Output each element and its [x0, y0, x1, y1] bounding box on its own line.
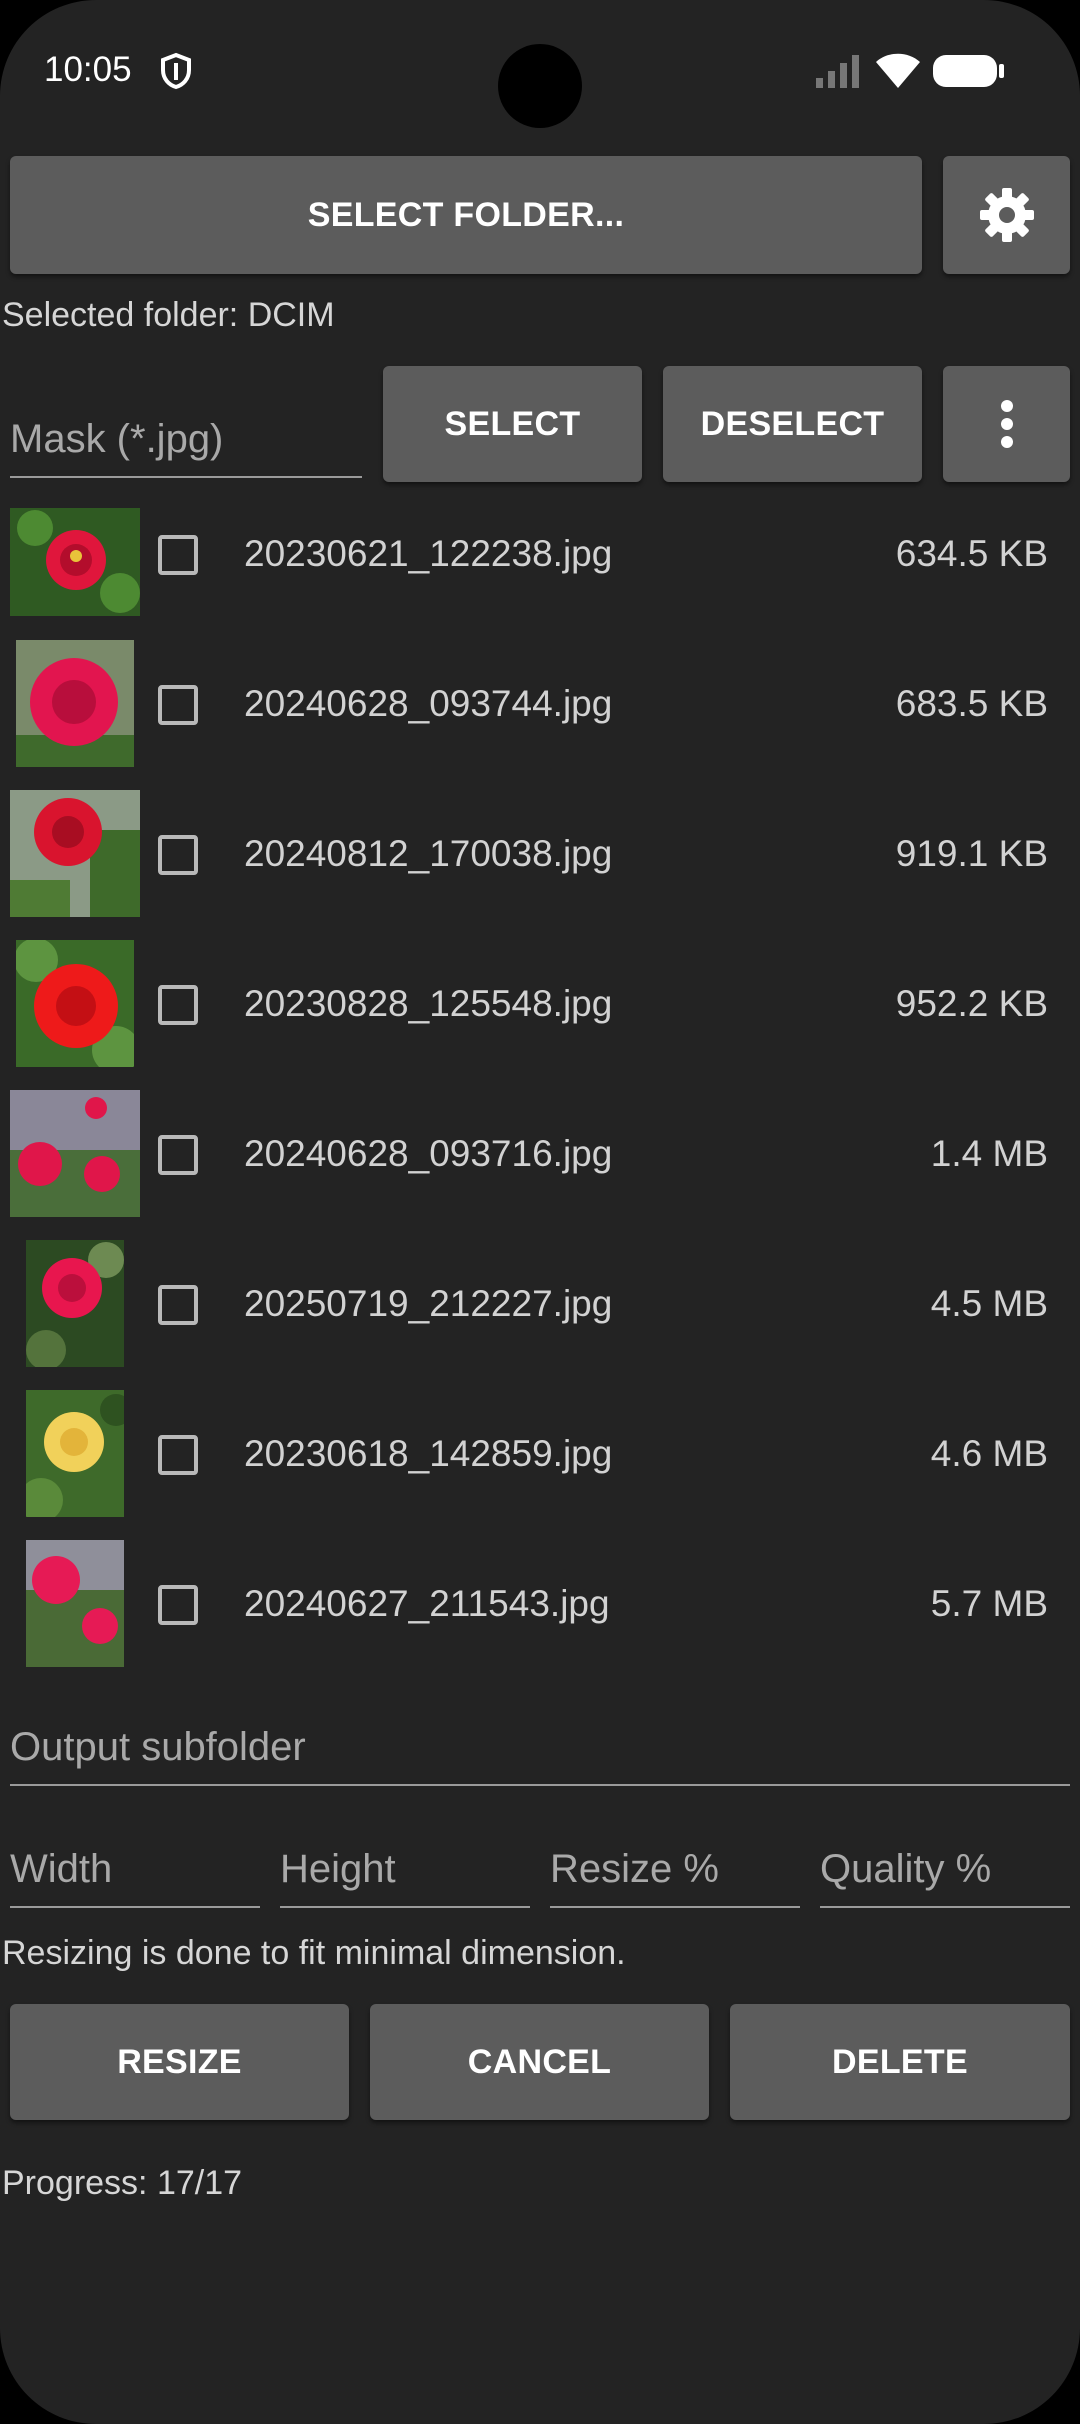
select-button[interactable]: SELECT — [383, 366, 642, 482]
resize-percent-placeholder: Resize % — [550, 1847, 719, 1891]
output-subfolder-placeholder: Output subfolder — [10, 1725, 306, 1769]
file-name: 20230828_125548.jpg — [244, 983, 613, 1024]
file-name: 20250719_212227.jpg — [244, 1283, 613, 1324]
height-input[interactable]: Height — [280, 1820, 530, 1908]
file-row[interactable]: 20240628_093716.jpg 1.4 MB — [0, 1080, 1080, 1230]
file-size: 634.5 KB — [895, 533, 1048, 574]
file-size: 4.5 MB — [930, 1283, 1048, 1324]
resize-percent-input[interactable]: Resize % — [550, 1820, 800, 1908]
file-size: 5.7 MB — [930, 1583, 1048, 1624]
file-checkbox[interactable] — [158, 1435, 198, 1475]
file-name: 20240627_211543.jpg — [244, 1583, 610, 1624]
mask-placeholder: Mask (*.jpg) — [10, 417, 224, 461]
file-thumbnail — [16, 640, 134, 767]
width-input[interactable]: Width — [10, 1820, 260, 1908]
file-size: 919.1 KB — [895, 833, 1048, 874]
file-row[interactable]: 20240628_093744.jpg 683.5 KB — [0, 630, 1080, 780]
file-row[interactable]: 20250719_212227.jpg 4.5 MB — [0, 1230, 1080, 1380]
file-row[interactable]: 20230618_142859.jpg 4.6 MB — [0, 1380, 1080, 1530]
cancel-button[interactable]: CANCEL — [370, 2004, 709, 2120]
app-screen: 10:05 SELECT FOLDER... Selected folder: … — [0, 0, 1080, 2424]
signal-icon — [816, 55, 859, 88]
file-checkbox[interactable] — [158, 835, 198, 875]
quality-percent-input[interactable]: Quality % — [820, 1820, 1070, 1908]
file-name: 20230618_142859.jpg — [244, 1433, 613, 1474]
height-placeholder: Height — [280, 1847, 396, 1891]
file-checkbox[interactable] — [158, 1135, 198, 1175]
file-row[interactable]: 20240812_170038.jpg 919.1 KB — [0, 780, 1080, 930]
file-thumbnail — [10, 1090, 140, 1217]
width-placeholder: Width — [10, 1847, 113, 1891]
deselect-button[interactable]: DESELECT — [663, 366, 922, 482]
file-thumbnail — [26, 1540, 124, 1667]
resize-hint: Resizing is done to fit minimal dimensio… — [2, 1934, 626, 1972]
file-thumbnail — [26, 1240, 124, 1367]
shield-icon — [161, 52, 191, 90]
settings-button[interactable] — [943, 156, 1070, 274]
file-checkbox[interactable] — [158, 1285, 198, 1325]
file-row[interactable]: 20230828_125548.jpg 952.2 KB — [0, 930, 1080, 1080]
more-options-button[interactable] — [943, 366, 1070, 482]
progress-label: Progress: 17/17 — [2, 2164, 243, 2202]
file-size: 1.4 MB — [930, 1133, 1048, 1174]
file-checkbox[interactable] — [158, 985, 198, 1025]
mask-input[interactable]: Mask (*.jpg) — [10, 370, 362, 478]
file-checkbox[interactable] — [158, 1585, 198, 1625]
gear-icon — [979, 188, 1034, 242]
file-checkbox[interactable] — [158, 535, 198, 575]
file-size: 952.2 KB — [895, 983, 1048, 1024]
output-subfolder-input[interactable]: Output subfolder — [10, 1700, 1070, 1786]
quality-percent-placeholder: Quality % — [820, 1847, 992, 1891]
file-name: 20240628_093716.jpg — [244, 1133, 613, 1174]
selected-folder-label: Selected folder: DCIM — [2, 296, 335, 334]
file-thumbnail — [26, 1390, 124, 1517]
file-size: 683.5 KB — [895, 683, 1048, 724]
resize-button[interactable]: RESIZE — [10, 2004, 349, 2120]
file-name: 20230621_122238.jpg — [244, 533, 613, 574]
file-checkbox[interactable] — [158, 685, 198, 725]
file-thumbnail — [10, 508, 140, 616]
delete-button[interactable]: DELETE — [730, 2004, 1070, 2120]
file-thumbnail — [16, 940, 134, 1067]
file-thumbnail — [10, 790, 140, 917]
file-name: 20240812_170038.jpg — [244, 833, 613, 874]
more-vert-icon — [1000, 400, 1013, 448]
file-size: 4.6 MB — [930, 1433, 1048, 1474]
file-name: 20240628_093744.jpg — [244, 683, 613, 724]
file-row[interactable]: 20230621_122238.jpg 634.5 KB — [0, 480, 1080, 630]
file-row[interactable]: 20240627_211543.jpg 5.7 MB — [0, 1530, 1080, 1680]
select-folder-button[interactable]: SELECT FOLDER... — [10, 156, 922, 274]
wifi-icon — [876, 53, 920, 88]
battery-icon — [933, 55, 1004, 87]
front-camera — [498, 44, 582, 128]
status-time: 10:05 — [44, 50, 132, 89]
